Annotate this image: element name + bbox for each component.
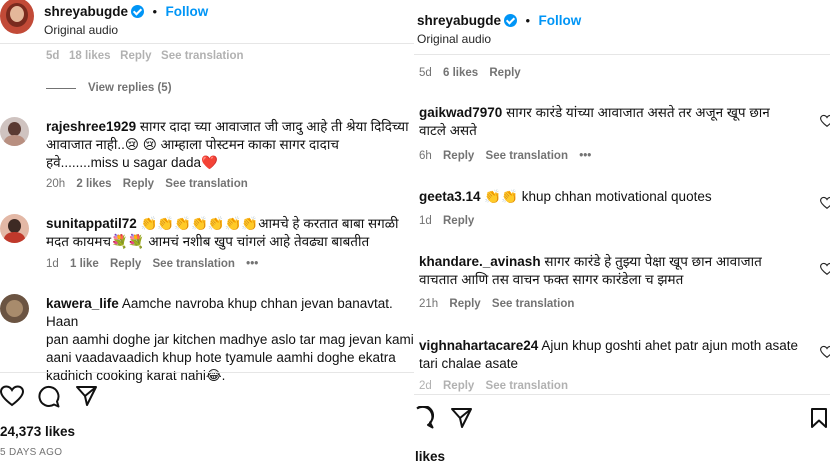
commenter-avatar[interactable] [0, 294, 29, 323]
comment-time: 20h [46, 178, 66, 190]
more-options-icon[interactable]: ••• [579, 150, 591, 162]
share-send-icon[interactable] [75, 385, 98, 407]
comment-time: 5d [419, 67, 432, 79]
comment-text: सागर कारंडे यांच्या आवाजात असते तर अजून … [506, 105, 770, 120]
see-translation-button[interactable]: See translation [486, 380, 568, 392]
comment-body: rajeshree1929 सागर दादा च्या आवाजात जी ज… [46, 118, 414, 172]
comment-emojis: 👏👏👏👏👏👏👏 [140, 216, 259, 231]
verified-badge-icon [504, 14, 518, 27]
replies-line [46, 88, 76, 89]
header-divider [414, 54, 830, 55]
previous-comment-meta: 5d 6 likes Reply [419, 67, 521, 79]
comment-body: vighnahartacare24 Ajun khup goshti ahet … [419, 337, 809, 373]
header-divider [0, 43, 414, 44]
comment-text: आवाजात नाही..😢 😢 आम्हाला पोस्टमन काका सा… [46, 137, 339, 152]
share-send-icon[interactable] [450, 407, 473, 429]
comment-text: tari chalae asate [419, 356, 519, 371]
follow-button[interactable]: Follow [539, 13, 582, 28]
audio-label[interactable]: Original audio [417, 32, 491, 46]
comment-username[interactable]: gaikwad7970 [419, 105, 502, 120]
comment-body: geeta3.14 👏👏 khup chhan motivational quo… [419, 188, 809, 206]
comment-bubble-icon[interactable] [414, 406, 434, 430]
comment-bubble-icon[interactable] [37, 385, 60, 408]
likes-count[interactable]: likes [415, 449, 445, 461]
see-translation-button[interactable]: See translation [165, 178, 247, 190]
reply-button[interactable]: Reply [443, 150, 474, 162]
right-post-panel: shreyabugde • Follow Original audio 5d 6… [414, 0, 830, 461]
view-replies-button[interactable]: View replies (5) [88, 82, 172, 94]
comment-text: वाचतात आणि तस वाचन फक्त सागर कारंडेला च … [419, 272, 684, 287]
actions-divider [0, 372, 414, 373]
comment-like-heart-icon[interactable] [820, 196, 830, 210]
likes-count[interactable]: 24,373 likes [0, 424, 75, 439]
author-username[interactable]: shreyabugde [44, 4, 128, 19]
previous-comment-meta: 5d 18 likes Reply See translation [46, 50, 244, 62]
like-heart-icon[interactable] [0, 385, 24, 407]
comment-like-heart-icon[interactable] [820, 345, 830, 359]
comment-body: khandare._avinash सागर कारंडे हे तुझ्या … [419, 253, 809, 289]
comment-body: sunitappatil72 👏👏👏👏👏👏👏आमचे हे करतात बाबा… [46, 215, 414, 251]
comment-text: हवे........miss u sagar dada❤️ [46, 155, 218, 170]
comment-text: kadhich cooking karat nahi😂. [46, 368, 226, 383]
see-translation-button[interactable]: See translation [153, 258, 235, 270]
comment-likes[interactable]: 2 likes [76, 178, 111, 190]
comment-time: 21h [419, 298, 439, 310]
post-header: shreyabugde • Follow [44, 4, 209, 19]
follow-button[interactable]: Follow [166, 4, 209, 19]
comment-likes[interactable]: 6 likes [443, 67, 478, 79]
comment-actions: 1d 1 like Reply See translation ••• [46, 258, 258, 270]
commenter-avatar[interactable] [0, 214, 29, 243]
reply-button[interactable]: Reply [449, 298, 480, 310]
comment-text: सागर दादा च्या आवाजात जी जादु आहे ती श्र… [139, 119, 409, 134]
comment-time: 1d [419, 215, 432, 227]
comment-username[interactable]: khandare._avinash [419, 254, 541, 269]
comment-actions: 20h 2 likes Reply See translation [46, 178, 248, 190]
verified-badge-icon [131, 5, 145, 18]
comment-actions: 21h Reply See translation [419, 298, 574, 310]
comment-time: 2d [419, 380, 432, 392]
comment-actions: 1d Reply [419, 215, 474, 227]
see-translation-button[interactable]: See translation [486, 150, 568, 162]
comment-username[interactable]: sunitappatil72 [46, 216, 137, 231]
comment-like-heart-icon[interactable] [820, 114, 830, 128]
comment-text: आमचे हे करतात बाबा सगळी [258, 216, 399, 231]
save-bookmark-icon[interactable] [810, 407, 828, 429]
commenter-avatar[interactable] [0, 117, 29, 146]
comment-body: gaikwad7970 सागर कारंडे यांच्या आवाजात अ… [419, 104, 809, 140]
comment-text: khup chhan motivational quotes [521, 189, 712, 204]
comment-time: 1d [46, 258, 59, 270]
comment-emojis: 👏👏 [484, 189, 518, 204]
comment-like-heart-icon[interactable] [820, 262, 830, 276]
left-post-panel: shreyabugde • Follow Original audio 5d 1… [0, 0, 414, 461]
author-avatar[interactable] [0, 0, 34, 34]
right-post-content: shreyabugde • Follow Original audio 5d 6… [414, 0, 830, 461]
reply-button[interactable]: Reply [443, 380, 474, 392]
comment-username[interactable]: rajeshree1929 [46, 119, 136, 134]
see-translation-button[interactable]: See translation [492, 298, 574, 310]
audio-label[interactable]: Original audio [44, 23, 118, 37]
reply-button[interactable]: Reply [443, 215, 474, 227]
comment-text: Ajun khup goshti ahet patr ajun moth asa… [541, 338, 798, 353]
comment-text: वाटले असते [419, 123, 477, 138]
post-header: shreyabugde • Follow [417, 13, 582, 28]
more-options-icon[interactable]: ••• [246, 258, 258, 270]
comment-actions: 6h Reply See translation ••• [419, 150, 591, 162]
comment-actions: 2d Reply See translation [419, 380, 568, 392]
comment-time: 6h [419, 150, 432, 162]
reply-button[interactable]: Reply [123, 178, 154, 190]
comment-text: aani vaadavaadich khup hote tyamule aamh… [46, 350, 396, 365]
comment-text: मदत कायमच💐💐 आमचं नशीब खुप चांगलं आहे तेव… [46, 234, 370, 249]
reply-button[interactable]: Reply [489, 67, 520, 79]
comment-likes[interactable]: 1 like [70, 258, 99, 270]
post-date[interactable]: 5 DAYS AGO [0, 447, 62, 458]
comment-username[interactable]: kawera_life [46, 296, 119, 311]
author-username[interactable]: shreyabugde [417, 13, 501, 28]
reply-button[interactable]: Reply [110, 258, 141, 270]
comment-username[interactable]: geeta3.14 [419, 189, 481, 204]
actions-divider [414, 394, 830, 395]
comment-text: सागर कारंडे हे तुझ्या पेक्षा खूप छान आवा… [544, 254, 762, 269]
comment-username[interactable]: vighnahartacare24 [419, 338, 538, 353]
comment-text: pan aamhi doghe jar kitchen madhye aslo … [46, 332, 414, 347]
